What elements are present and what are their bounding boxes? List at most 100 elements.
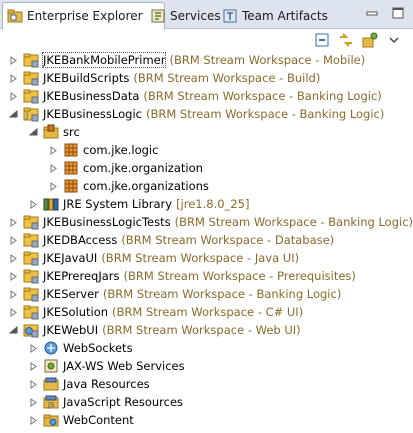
tree-item-label: JKEDBAccess <box>43 233 118 247</box>
tab-team-artifacts[interactable]: Team Artifacts <box>218 3 332 29</box>
tree-item[interactable]: WebContent <box>28 411 134 429</box>
tree-item-label: com.jke.organizations <box>83 179 209 193</box>
tree-item[interactable]: J JKEBusinessLogic (BRM Stream Workspace -… <box>8 105 384 123</box>
tree-item-label: JKEBusinessLogicTests <box>43 215 171 229</box>
expand-arrow-collapsed-icon[interactable] <box>8 55 18 65</box>
tree-item[interactable]: JKEJavaUI (BRM Stream Workspace - Java UI… <box>8 249 299 267</box>
expand-arrow-collapsed-icon[interactable] <box>28 415 38 425</box>
tree-item-label: JKEServer <box>43 287 99 301</box>
webcontent-folder-icon <box>43 412 59 428</box>
tree-item[interactable]: JKEPrereqJars (BRM Stream Workspace - Pre… <box>8 267 356 285</box>
expand-arrow-collapsed-icon[interactable] <box>28 397 38 407</box>
expand-arrow-expanded-icon[interactable] <box>28 127 38 137</box>
expand-arrow-collapsed-icon[interactable] <box>8 91 18 101</box>
tree-item-label: com.jke.organization <box>83 161 203 175</box>
tree-item[interactable]: JKEServer (BRM Stream Workspace - Banking… <box>8 285 341 303</box>
view-toolbar <box>313 30 413 50</box>
tree-item-decoration: (BRM Stream Workspace - Java UI) <box>101 251 300 265</box>
expand-arrow-collapsed-icon[interactable] <box>8 271 18 281</box>
web-project-icon <box>23 322 39 338</box>
project-icon <box>23 70 39 86</box>
tree-item-decoration: (BRM Stream Workspace - Mobile) <box>169 53 366 67</box>
tree-item-decoration: (BRM Stream Workspace - Banking Logic) <box>102 287 342 301</box>
websockets-icon <box>43 340 59 356</box>
tree-item-label: JKEBuildScripts <box>43 71 130 85</box>
project-icon <box>23 286 39 302</box>
expand-arrow-collapsed-icon[interactable] <box>48 145 58 155</box>
expand-arrow-collapsed-icon[interactable] <box>28 361 38 371</box>
tree-item-label: src <box>63 125 80 139</box>
view-menu-chevron-icon[interactable] <box>385 31 403 49</box>
tab-enterprise-explorer[interactable]: Enterprise Explorer ✕ <box>2 2 165 30</box>
tree-item-decoration: (BRM Stream Workspace - C# UI) <box>112 305 304 319</box>
tree-item-label: JKEPrereqJars <box>43 269 120 283</box>
tab-label: Enterprise Explorer <box>27 9 143 23</box>
tree-item[interactable]: WebSockets <box>28 339 133 357</box>
expand-arrow-collapsed-icon[interactable] <box>48 181 58 191</box>
tree-item[interactable]: src <box>28 123 80 141</box>
maximize-icon[interactable] <box>391 6 405 20</box>
tree-item-decoration: (BRM Stream Workspace - Database) <box>121 233 335 247</box>
tab-label: Team Artifacts <box>242 9 328 23</box>
tree-item-label: WebSockets <box>63 341 133 355</box>
team-artifacts-icon <box>222 8 238 24</box>
project-icon <box>23 52 39 68</box>
tree-item[interactable]: JKEBankMobilePrimer (BRM Stream Workspace… <box>8 51 365 69</box>
expand-arrow-expanded-icon[interactable] <box>8 109 18 119</box>
tree-item[interactable]: JKEBuildScripts (BRM Stream Workspace - B… <box>8 69 320 87</box>
minimize-icon[interactable] <box>365 6 379 20</box>
tree-item[interactable]: JKEWebUI (BRM Stream Workspace - Web UI) <box>8 321 301 339</box>
tree-item[interactable]: JKEDBAccess (BRM Stream Workspace - Datab… <box>8 231 334 249</box>
tree-item-label: JKEBusinessData <box>43 89 140 103</box>
expand-arrow-collapsed-icon[interactable] <box>48 163 58 173</box>
project-icon <box>23 232 39 248</box>
project-icon <box>23 88 39 104</box>
expand-arrow-collapsed-icon[interactable] <box>8 289 18 299</box>
expand-arrow-collapsed-icon[interactable] <box>8 235 18 245</box>
tab-label: Services <box>170 9 221 23</box>
expand-arrow-collapsed-icon[interactable] <box>28 199 38 209</box>
tree-item-decoration: (BRM Stream Workspace - Banking Logic) <box>174 215 413 229</box>
tree-item-label: JKEWebUI <box>43 323 99 337</box>
tree-item[interactable]: Java Resources <box>28 375 150 393</box>
tree-item-label: JKESolution <box>43 305 109 319</box>
expand-arrow-collapsed-icon[interactable] <box>8 217 18 227</box>
tree-item[interactable]: JKESolution (BRM Stream Workspace - C# UI… <box>8 303 303 321</box>
tree-item-decoration: (BRM Stream Workspace - Banking Logic) <box>145 107 385 121</box>
library-icon <box>43 196 59 212</box>
link-with-editor-icon[interactable] <box>337 31 355 49</box>
tree-item-label: JavaScript Resources <box>63 395 184 409</box>
expand-arrow-collapsed-icon[interactable] <box>8 73 18 83</box>
tree-item-label: JKEBusinessLogic <box>43 107 142 121</box>
project-icon <box>23 304 39 320</box>
tree-item[interactable]: com.jke.organization <box>48 159 203 177</box>
tree-item-label: JKEBankMobilePrimer <box>41 52 167 68</box>
tree-item-label: JKEJavaUI <box>43 251 98 265</box>
tree-item[interactable]: JS JavaScript Resources <box>28 393 183 411</box>
package-icon <box>63 142 79 158</box>
tree-item[interactable]: JRE System Library [jre1.8.0_25] <box>28 195 249 213</box>
project-icon <box>23 268 39 284</box>
tree-item[interactable]: com.jke.logic <box>48 141 158 159</box>
tree-item-decoration: [jre1.8.0_25] <box>176 197 250 211</box>
tree-item[interactable]: JAX-WS Web Services <box>28 357 185 375</box>
expand-arrow-collapsed-icon[interactable] <box>8 253 18 263</box>
tab-services[interactable]: Services <box>146 3 225 29</box>
java-project-icon: J <box>23 106 39 122</box>
tree-item-decoration: (BRM Stream Workspace - Prerequisites) <box>123 269 356 283</box>
tree-item[interactable]: JKEBusinessLogicTests (BRM Stream Workspa… <box>8 213 413 231</box>
tree-item-decoration: (BRM Stream Workspace - Banking Logic) <box>143 89 382 103</box>
expand-arrow-collapsed-icon[interactable] <box>8 307 18 317</box>
view-menu-tools-icon[interactable] <box>361 31 379 49</box>
tree-item[interactable]: JKEBusinessData (BRM Stream Workspace - B… <box>8 87 382 105</box>
tree-item-label: JAX-WS Web Services <box>63 359 185 373</box>
package-icon <box>63 178 79 194</box>
expand-arrow-collapsed-icon[interactable] <box>28 343 38 353</box>
services-icon <box>150 8 166 24</box>
tree-item-label: com.jke.logic <box>83 143 159 157</box>
expand-arrow-collapsed-icon[interactable] <box>28 379 38 389</box>
tree-item[interactable]: com.jke.organizations <box>48 177 209 195</box>
enterprise-explorer-icon <box>7 8 23 24</box>
collapse-all-icon[interactable] <box>313 31 331 49</box>
expand-arrow-expanded-icon[interactable] <box>8 325 18 335</box>
